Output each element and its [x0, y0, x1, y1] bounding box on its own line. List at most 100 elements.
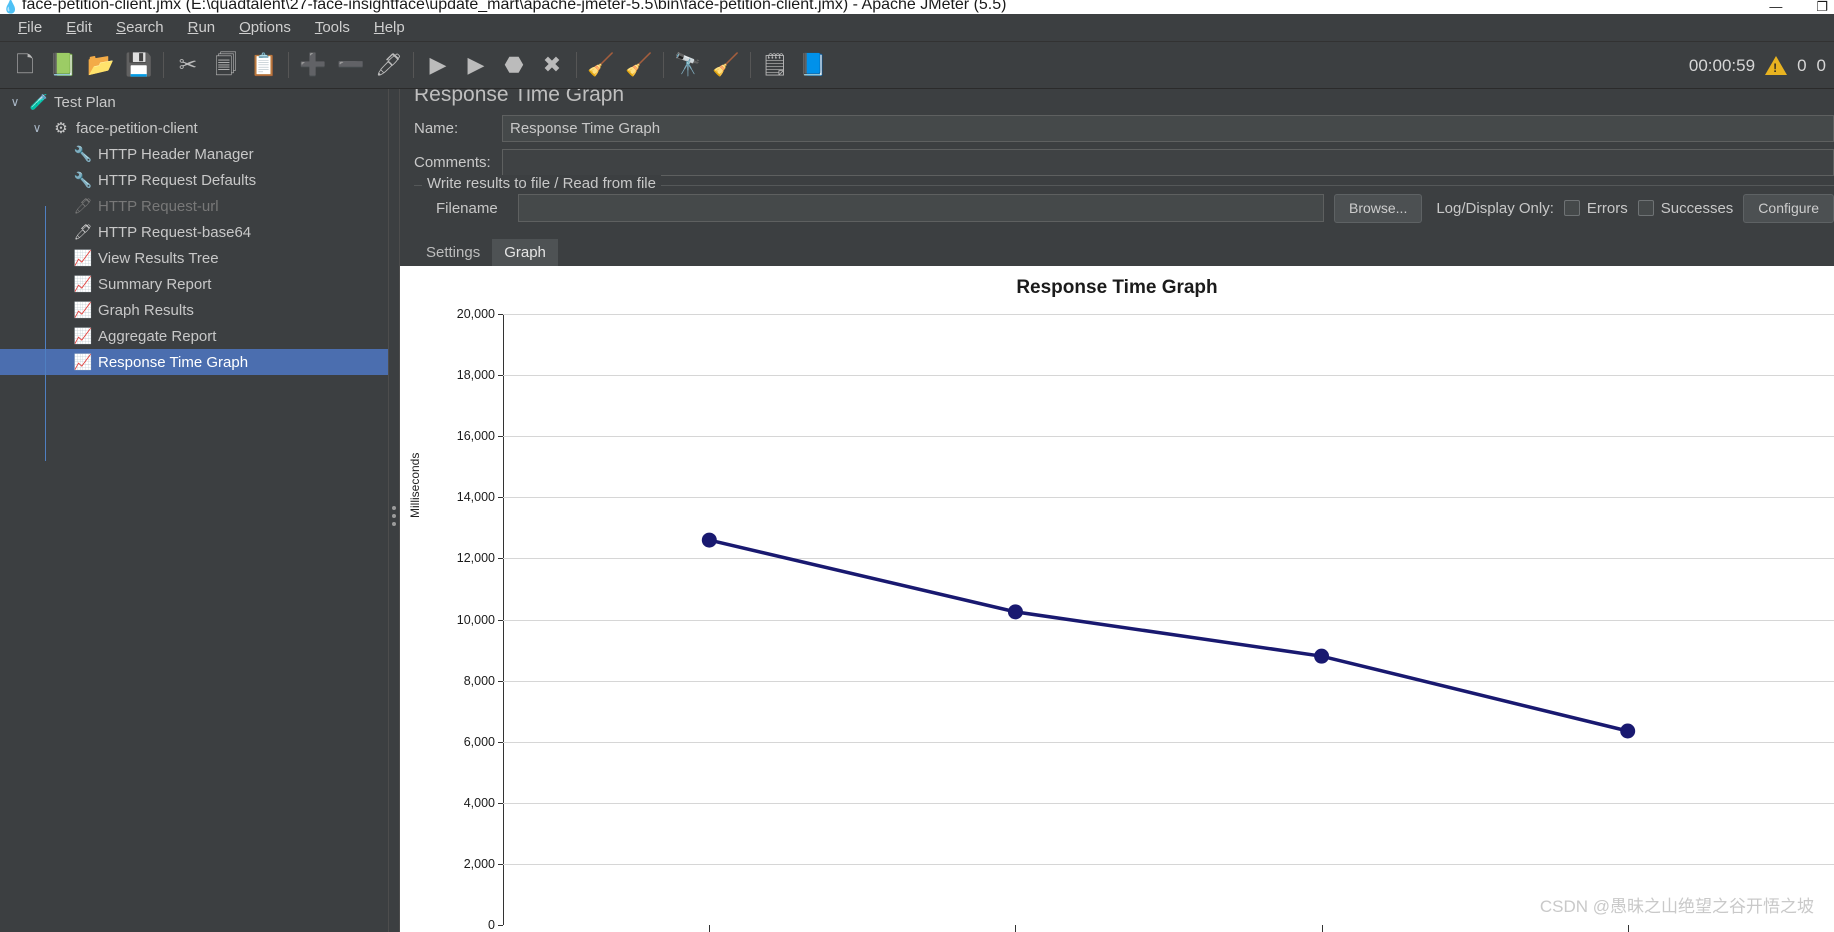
menu-tools[interactable]: Tools: [305, 16, 360, 39]
cut-icon[interactable]: ✂: [169, 46, 207, 84]
tree-item-summary-report[interactable]: 📈 Summary Report: [0, 271, 388, 297]
comments-label: Comments:: [414, 153, 491, 171]
copy-icon[interactable]: 🗐: [207, 46, 245, 84]
chart-y-tick-mark: [498, 925, 503, 926]
new-icon[interactable]: 🗋: [6, 46, 44, 84]
tree-twisty-icon[interactable]: ∨: [26, 121, 48, 135]
main-area: ∨ 🧪 Test Plan ∨ ⚙ face-petition-client 🔧 HTTP H…: [0, 89, 1834, 932]
chart-y-tick-label: 20,000: [456, 307, 495, 321]
help-icon[interactable]: 📘: [794, 46, 832, 84]
listener-icon: 📈: [73, 354, 93, 371]
open-icon[interactable]: 📂: [82, 46, 120, 84]
maximize-button[interactable]: ❐: [1816, 0, 1828, 14]
tab-graph[interactable]: Graph: [492, 239, 558, 266]
response-time-chart[interactable]: Response Time Graph Milliseconds 0 2,000 4…: [400, 266, 1834, 932]
test-plan-icon: 🧪: [29, 94, 49, 111]
reset-search-icon[interactable]: 🧹: [707, 46, 745, 84]
chart-x-tick-mark: [1627, 925, 1629, 932]
elapsed-timer: 00:00:59: [1688, 55, 1756, 75]
http-sampler-icon: 🖊: [73, 224, 93, 241]
browse-button[interactable]: Browse...: [1333, 193, 1423, 223]
tree-item-graph-results[interactable]: 📈 Graph Results: [0, 297, 388, 323]
window-title: face-petition-client.jmx (E:\quadtalent\…: [22, 0, 1007, 13]
tree-item-response-time-graph[interactable]: 📈 Response Time Graph: [0, 349, 388, 375]
chart-y-axis-label: Milliseconds: [408, 452, 422, 518]
tree-item-label: Graph Results: [98, 301, 194, 319]
menu-options[interactable]: Options: [229, 16, 301, 39]
comments-row: Comments:: [400, 145, 1834, 179]
comments-input[interactable]: [502, 148, 1834, 176]
tree-item-aggregate-report[interactable]: 📈 Aggregate Report: [0, 323, 388, 349]
tree-item-test-plan[interactable]: ∨ 🧪 Test Plan: [0, 89, 388, 115]
tree-item-http-request-base64[interactable]: 🖊 HTTP Request-base64: [0, 219, 388, 245]
save-icon[interactable]: 💾: [120, 46, 158, 84]
splitter-dot: [392, 506, 396, 510]
panel-tabs: Settings Graph: [400, 234, 1834, 266]
write-results-group: Write results to file / Read from file F…: [414, 175, 1834, 230]
name-input[interactable]: Response Time Graph: [502, 114, 1834, 142]
minimize-button[interactable]: —: [1769, 0, 1782, 14]
chart-x-tick-mark: [1321, 925, 1323, 932]
test-plan-tree[interactable]: ∨ 🧪 Test Plan ∨ ⚙ face-petition-client 🔧 HTTP H…: [0, 89, 388, 932]
listener-icon: 📈: [73, 250, 93, 267]
shutdown-icon[interactable]: ✖: [533, 46, 571, 84]
errors-checkbox[interactable]: [1563, 200, 1580, 216]
chart-data-point: [1620, 723, 1636, 739]
chart-data-point: [1007, 604, 1023, 620]
paste-icon[interactable]: 📋: [245, 46, 283, 84]
toolbar-separator: [413, 52, 414, 78]
tab-settings[interactable]: Settings: [414, 239, 492, 266]
pane-splitter[interactable]: [388, 89, 400, 932]
window-title-bar: 💧 face-petition-client.jmx (E:\quadtalen…: [0, 0, 1834, 14]
errors-checkbox-wrap[interactable]: Errors: [1563, 200, 1628, 217]
templates-icon[interactable]: 📗: [44, 46, 82, 84]
menu-run[interactable]: Run: [178, 16, 226, 39]
splitter-dot: [392, 522, 396, 526]
chart-y-tick-label: 10,000: [456, 612, 495, 627]
configure-button[interactable]: Configure: [1743, 193, 1834, 223]
tree-item-label: HTTP Header Manager: [98, 145, 254, 163]
tree-item-http-request-defaults[interactable]: 🔧 HTTP Request Defaults: [0, 167, 388, 193]
tree-item-label: Test Plan: [54, 93, 116, 111]
tree-item-http-header-manager[interactable]: 🔧 HTTP Header Manager: [0, 141, 388, 167]
expand-all-icon[interactable]: ➕: [294, 46, 332, 84]
chart-y-tick-label: 18,000: [456, 368, 495, 383]
chart-plot-area: 0 2,000 4,000 6,000 8,000 10,000 12,000 14,000 1…: [457, 307, 1834, 932]
config-element-icon: 🔧: [73, 146, 93, 163]
toolbar-separator: [163, 52, 164, 78]
toggle-icon[interactable]: 🖊: [370, 46, 408, 84]
chart-title: Response Time Graph: [1016, 277, 1218, 298]
name-label: Name:: [414, 119, 459, 137]
clear-all-icon[interactable]: 🧹: [620, 46, 658, 84]
clear-icon[interactable]: 🧹: [582, 46, 620, 84]
successes-checkbox[interactable]: [1637, 200, 1654, 216]
collapse-all-icon[interactable]: ➖: [332, 46, 370, 84]
filename-input[interactable]: [517, 194, 1324, 222]
chart-series-response-time: [701, 532, 1636, 739]
chart-x-tick-mark: [709, 925, 711, 932]
stop-icon[interactable]: ⬣: [495, 46, 533, 84]
chart-y-tick-label: 4,000: [463, 795, 495, 810]
tree-item-http-request-url[interactable]: 🖊 HTTP Request-url: [0, 193, 388, 219]
tree-item-label: face-petition-client: [76, 119, 198, 137]
warning-triangle-icon[interactable]: [1765, 56, 1788, 75]
successes-label: Successes: [1660, 199, 1734, 217]
menu-search[interactable]: Search: [106, 16, 174, 39]
successes-checkbox-wrap[interactable]: Successes: [1637, 199, 1734, 217]
function-helper-icon[interactable]: 🗒: [756, 46, 794, 84]
tree-item-label: Aggregate Report: [98, 327, 217, 345]
chart-y-tick-label: 6,000: [463, 734, 495, 749]
menu-edit[interactable]: Edit: [56, 16, 102, 39]
menu-file[interactable]: File: [8, 16, 52, 39]
tree-twisty-icon[interactable]: ∨: [4, 95, 26, 109]
listener-icon: 📈: [73, 302, 93, 319]
tree-item-view-results-tree[interactable]: 📈 View Results Tree: [0, 245, 388, 271]
search-icon[interactable]: 🔭: [669, 46, 707, 84]
tree-item-face-petition-client[interactable]: ∨ ⚙ face-petition-client: [0, 115, 388, 141]
start-no-timers-icon[interactable]: ▶: [457, 46, 495, 84]
write-results-group-title: Write results to file / Read from file: [422, 175, 661, 192]
menu-help[interactable]: Help: [364, 16, 415, 39]
chart-watermark: CSDN @愚昧之山绝望之谷开悟之坡: [1539, 897, 1814, 916]
start-icon[interactable]: ▶: [419, 46, 457, 84]
tree-item-label: HTTP Request-base64: [98, 223, 252, 241]
